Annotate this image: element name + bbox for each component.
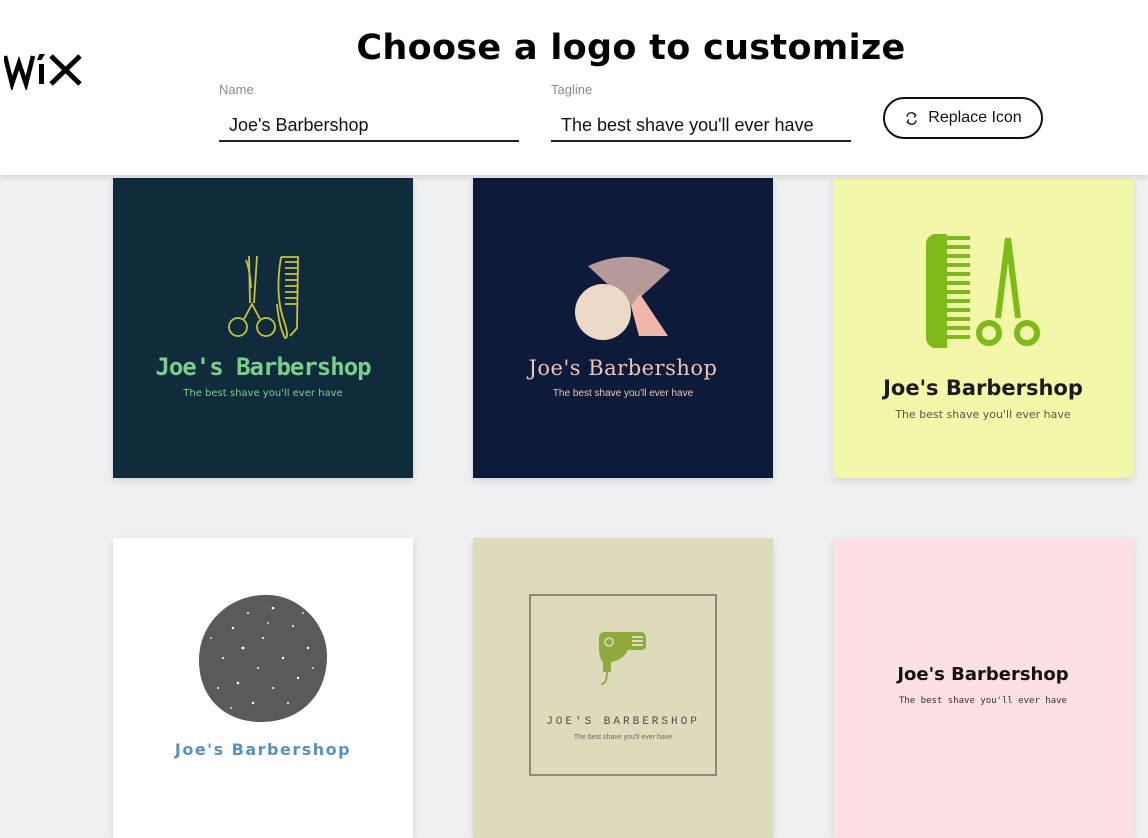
replace-icon-button[interactable]: Replace Icon: [883, 97, 1043, 139]
logo-tagline: The best shave you'll ever have: [895, 408, 1071, 421]
logo-name: JOE'S BARBERSHOP: [546, 716, 700, 728]
tagline-field: Tagline: [551, 82, 851, 142]
speckled-circle-icon: [199, 594, 328, 722]
hair-dryer-icon: [529, 594, 717, 776]
logo-tagline: The best shave you'll ever have: [183, 388, 343, 399]
logo-tagline: The best shave you'll ever have: [552, 388, 694, 399]
name-label: Name: [219, 82, 254, 97]
logo-card-1[interactable]: Joe's Barbershop The best shave you'll e…: [113, 178, 413, 478]
tagline-input[interactable]: [551, 112, 851, 142]
name-field: Name: [219, 82, 519, 142]
top-header: Choose a logo to customize Name Tagline …: [0, 0, 1148, 175]
replace-icon-label: Replace Icon: [928, 109, 1022, 126]
geometric-shapes-icon: [575, 256, 670, 340]
logo-card-4[interactable]: Joe's Barbershop: [113, 538, 413, 838]
logo-name: Joe's Barbershop: [883, 376, 1083, 400]
logo-card-3[interactable]: Joe's Barbershop The best shave you'll e…: [833, 178, 1133, 478]
logo-card-5[interactable]: JOE'S BARBERSHOP The best shave you'll e…: [473, 538, 773, 838]
logo-name: Joe's Barbershop: [155, 353, 371, 381]
logo-name: Joe's Barbershop: [174, 740, 352, 759]
tagline-label: Tagline: [551, 82, 593, 97]
logo-card-2[interactable]: Joe's Barbershop The best shave you'll e…: [473, 178, 773, 478]
logo-name: Joe's Barbershop: [897, 664, 1069, 685]
name-input[interactable]: [219, 112, 519, 142]
comb-scissors-icon: [926, 234, 1040, 348]
logo-tagline: The best shave you'll ever have: [573, 734, 673, 741]
logo-tagline: The best shave you'll ever have: [899, 696, 1067, 706]
page-title: Choose a logo to customize: [356, 28, 906, 68]
swap-arrows-icon: [906, 111, 918, 125]
scissors-comb-icon: [228, 255, 299, 339]
logo-name: Joe's Barbershop: [528, 356, 718, 380]
logo-card-6[interactable]: Joe's Barbershop The best shave you'll e…: [833, 538, 1133, 838]
